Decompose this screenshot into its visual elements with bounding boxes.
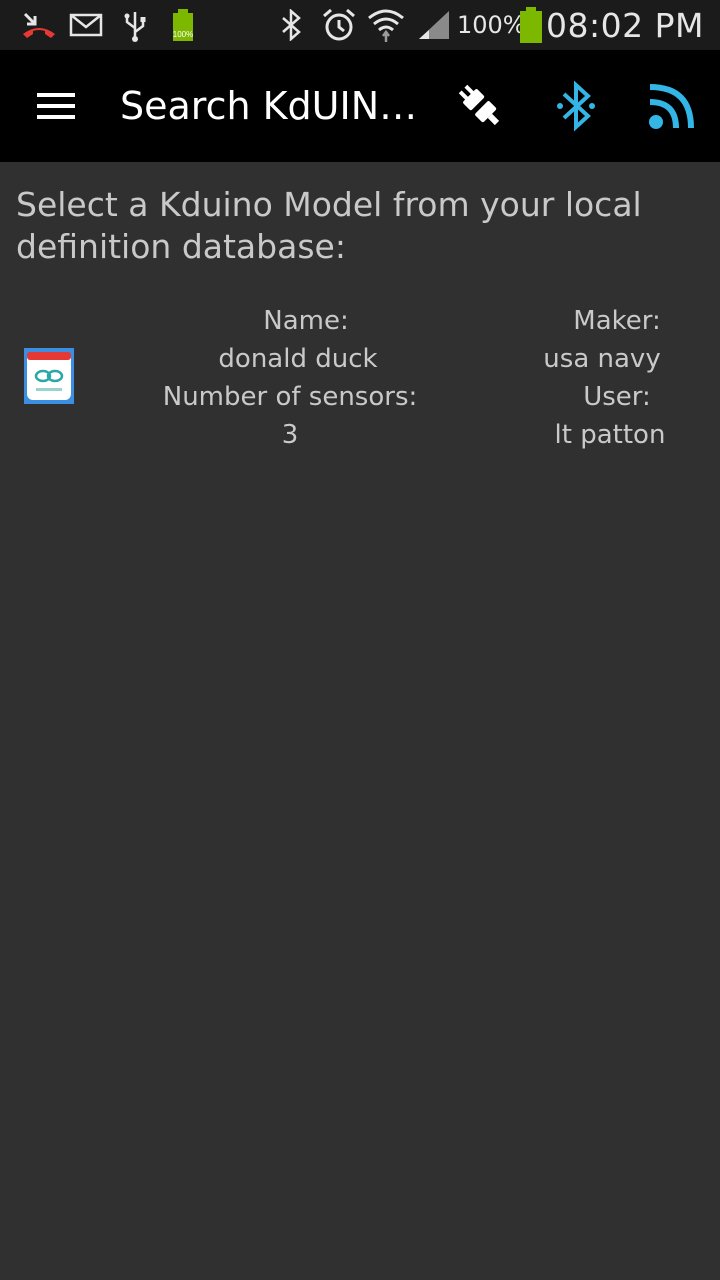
battery-icon: [516, 0, 546, 50]
wifi-icon: [366, 0, 406, 50]
alarm-icon: [320, 0, 358, 50]
menu-button[interactable]: [24, 80, 88, 132]
clock: 08:02 PM: [546, 5, 704, 45]
model-maker-label: Maker:: [573, 306, 661, 336]
bluetooth-button[interactable]: [544, 78, 608, 134]
action-bar: Search KdUIN…: [0, 50, 720, 162]
model-user-label: User:: [583, 382, 651, 412]
page-title: Search KdUIN…: [120, 84, 418, 128]
bluetooth-icon: [278, 0, 304, 50]
plug-button[interactable]: [448, 78, 512, 134]
model-name-label: Name:: [263, 306, 349, 336]
model-maker-value: usa navy: [543, 344, 661, 374]
model-user-value: lt patton: [554, 420, 666, 450]
plug-icon: [458, 84, 500, 126]
rss-button[interactable]: [640, 78, 704, 134]
prompt-text: Select a Kduino Model from your local de…: [16, 185, 642, 266]
bluetooth-icon: [557, 80, 595, 132]
kduino-model-icon: [24, 348, 74, 404]
main-content: Select a Kduino Model from your local de…: [0, 162, 720, 1280]
missed-call-icon: [20, 0, 58, 50]
svg-text:100%: 100%: [173, 30, 193, 39]
rss-icon: [649, 84, 694, 129]
signal-icon: [416, 0, 452, 50]
model-list-item[interactable]: Name: donald duck Number of sensors: 3 M…: [0, 302, 720, 454]
battery-small-icon: 100%: [168, 0, 198, 50]
model-name-value: donald duck: [218, 344, 378, 374]
usb-icon: [120, 0, 150, 50]
email-icon: [68, 0, 104, 50]
hamburger-icon: [37, 93, 75, 119]
model-sensors-label: Number of sensors:: [162, 382, 418, 412]
status-bar: 100% 100% 08:02 PM: [0, 0, 720, 50]
model-sensors-value: 3: [281, 420, 299, 450]
